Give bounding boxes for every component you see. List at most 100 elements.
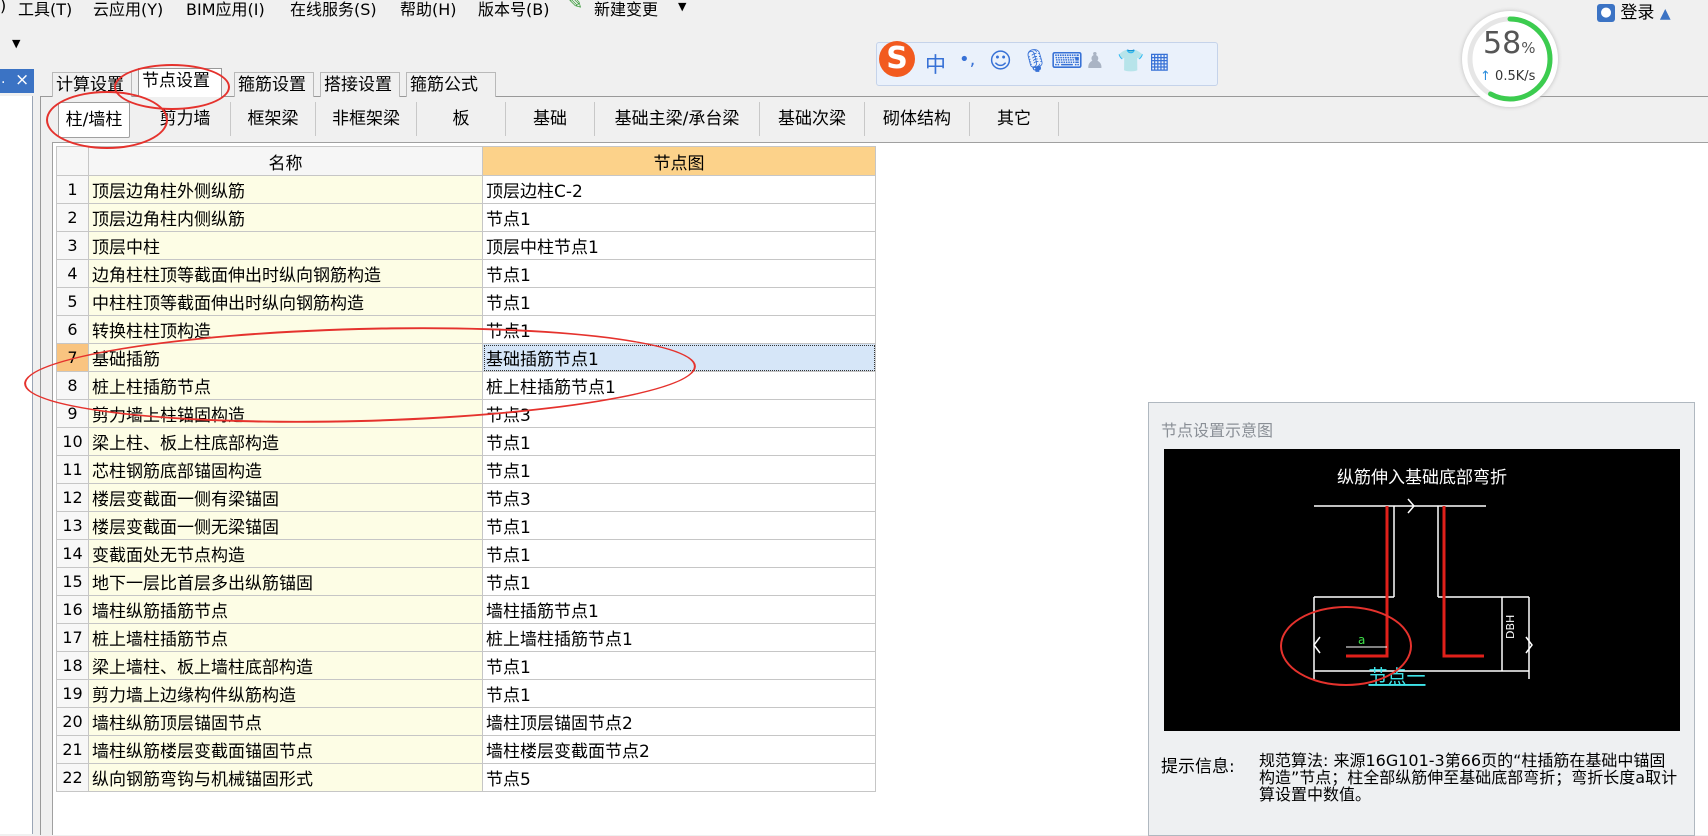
row-name-cell[interactable]: 梁上柱、板上柱底部构造: [88, 427, 483, 456]
table-row[interactable]: 10 梁上柱、板上柱底部构造 节点1: [56, 427, 876, 456]
tab-foundation-secondary-beam[interactable]: 基础次梁: [760, 102, 865, 136]
table-row[interactable]: 18 梁上墙柱、板上墙柱底部构造 节点1: [56, 651, 876, 680]
close-icon[interactable]: ×: [15, 70, 29, 90]
row-name-cell[interactable]: 剪力墙上边缘构件纵筋构造: [88, 679, 483, 708]
menu-version[interactable]: 版本号(B): [478, 0, 549, 20]
table-row[interactable]: 16 墙柱纵筋插筋节点 墙柱插筋节点1: [56, 595, 876, 624]
row-number: 2: [56, 203, 89, 232]
row-name-cell[interactable]: 楼层变截面一侧有梁锚固: [88, 483, 483, 512]
row-number: 10: [56, 427, 89, 456]
table-row[interactable]: 22 纵向钢筋弯钩与机械锚固形式 节点5: [56, 763, 876, 792]
table-row[interactable]: 14 变截面处无节点构造 节点1: [56, 539, 876, 568]
tab-masonry[interactable]: 砌体结构: [865, 102, 970, 136]
row-name-cell[interactable]: 中柱柱顶等截面伸出时纵向钢筋构造: [88, 287, 483, 316]
chevron-down-icon[interactable]: ▼: [678, 0, 686, 13]
column-header-name[interactable]: 名称: [88, 146, 483, 176]
row-node-cell[interactable]: 墙柱楼层变截面节点2: [482, 735, 876, 764]
punctuation-icon[interactable]: •,: [959, 49, 975, 70]
keyboard-icon[interactable]: ⌨: [1051, 49, 1083, 74]
emoji-icon[interactable]: ☺: [989, 49, 1012, 74]
menu-new-change[interactable]: 新建变更: [594, 0, 658, 20]
row-node-cell[interactable]: 节点3: [482, 483, 876, 512]
column-header-node[interactable]: 节点图: [482, 146, 876, 176]
row-node-cell[interactable]: 墙柱插筋节点1: [482, 595, 876, 624]
row-name-cell[interactable]: 墙柱纵筋插筋节点: [88, 595, 483, 624]
row-name-cell[interactable]: 顶层中柱: [88, 231, 483, 260]
shirt-icon[interactable]: 👕: [1117, 49, 1144, 74]
menu-help[interactable]: 帮助(H): [400, 0, 457, 20]
row-node-cell[interactable]: 节点1: [482, 203, 876, 232]
mic-icon[interactable]: 🎙: [1021, 49, 1049, 74]
tab-foundation-main-beam[interactable]: 基础主梁/承台梁: [595, 102, 760, 136]
row-number: 14: [56, 539, 89, 568]
row-name-cell[interactable]: 变截面处无节点构造: [88, 539, 483, 568]
user-icon[interactable]: ♟: [1085, 49, 1105, 74]
node-diagram: 纵筋伸入基础底部弯折 a DBH 节点一: [1164, 449, 1680, 731]
row-name-cell[interactable]: 墙柱纵筋顶层锚固节点: [88, 707, 483, 736]
row-node-cell[interactable]: 节点1: [482, 651, 876, 680]
table-row[interactable]: 17 桩上墙柱插筋节点 桩上墙柱插筋节点1: [56, 623, 876, 652]
table-row[interactable]: 11 芯柱钢筋底部锚固构造 节点1: [56, 455, 876, 484]
row-node-cell[interactable]: 墙柱顶层锚固节点2: [482, 707, 876, 736]
table-row[interactable]: 3 顶层中柱 顶层中柱节点1: [56, 231, 876, 260]
menu-bim[interactable]: BIM应用(I): [186, 0, 265, 20]
table-row[interactable]: 20 墙柱纵筋顶层锚固节点 墙柱顶层锚固节点2: [56, 707, 876, 736]
row-node-cell[interactable]: 顶层边柱C-2: [482, 175, 876, 204]
tab-stirrup-formula[interactable]: 箍筋公式: [406, 72, 496, 97]
menu-cloud[interactable]: 云应用(Y): [93, 0, 163, 20]
row-number: 22: [56, 763, 89, 792]
tab-frame-beam[interactable]: 框架梁: [231, 102, 316, 136]
row-node-cell[interactable]: 节点1: [482, 455, 876, 484]
row-node-cell[interactable]: 节点1: [482, 511, 876, 540]
row-name-cell[interactable]: 顶层边角柱外侧纵筋: [88, 175, 483, 204]
menu-tools[interactable]: 工具(T): [18, 0, 72, 20]
left-tab[interactable]: . ×: [0, 69, 34, 93]
network-percent: 58%: [1483, 26, 1535, 61]
annotation-ellipse: [1280, 606, 1412, 686]
row-node-cell[interactable]: 节点5: [482, 763, 876, 792]
row-name-cell[interactable]: 墙柱纵筋楼层变截面锚固节点: [88, 735, 483, 764]
row-node-cell[interactable]: 桩上墙柱插筋节点1: [482, 623, 876, 652]
row-node-cell[interactable]: 节点1: [482, 679, 876, 708]
bell-icon[interactable]: ▲: [1660, 6, 1671, 22]
network-percent-unit: %: [1521, 39, 1536, 57]
row-node-cell[interactable]: 节点1: [482, 567, 876, 596]
row-name-cell[interactable]: 楼层变截面一侧无梁锚固: [88, 511, 483, 540]
menu-online[interactable]: 在线服务(S): [290, 0, 377, 20]
row-name-cell[interactable]: 芯柱钢筋底部锚固构造: [88, 455, 483, 484]
row-name-cell[interactable]: 纵向钢筋弯钩与机械锚固形式: [88, 763, 483, 792]
table-row[interactable]: 2 顶层边角柱内侧纵筋 节点1: [56, 203, 876, 232]
table-row[interactable]: 12 楼层变截面一侧有梁锚固 节点3: [56, 483, 876, 512]
tab-other[interactable]: 其它: [970, 102, 1059, 136]
row-node-cell[interactable]: 节点1: [482, 539, 876, 568]
row-name-cell[interactable]: 地下一层比首层多出纵筋锚固: [88, 567, 483, 596]
row-node-cell[interactable]: 节点1: [482, 259, 876, 288]
row-node-cell[interactable]: 节点1: [482, 287, 876, 316]
row-number: 1: [56, 175, 89, 204]
table-row[interactable]: 1 顶层边角柱外侧纵筋 顶层边柱C-2: [56, 175, 876, 204]
login-button[interactable]: ● 登录 ▲: [1597, 0, 1671, 23]
table-row[interactable]: 21 墙柱纵筋楼层变截面锚固节点 墙柱楼层变截面节点2: [56, 735, 876, 764]
row-number: 12: [56, 483, 89, 512]
tab-nonframe-beam[interactable]: 非框架梁: [316, 102, 417, 136]
row-name-cell[interactable]: 边角柱柱顶等截面伸出时纵向钢筋构造: [88, 259, 483, 288]
apps-icon[interactable]: ▦: [1149, 49, 1170, 74]
table-row[interactable]: 13 楼层变截面一侧无梁锚固 节点1: [56, 511, 876, 540]
new-change-icon: ✎: [568, 0, 584, 14]
table-row[interactable]: 4 边角柱柱顶等截面伸出时纵向钢筋构造 节点1: [56, 259, 876, 288]
chevron-down-icon[interactable]: ▼: [12, 37, 20, 50]
table-row[interactable]: 15 地下一层比首层多出纵筋锚固 节点1: [56, 567, 876, 596]
tab-stirrup-settings[interactable]: 箍筋设置: [234, 72, 314, 97]
table-row[interactable]: 19 剪力墙上边缘构件纵筋构造 节点1: [56, 679, 876, 708]
tab-slab[interactable]: 板: [417, 102, 506, 136]
row-name-cell[interactable]: 顶层边角柱内侧纵筋: [88, 203, 483, 232]
row-node-cell[interactable]: 节点1: [482, 427, 876, 456]
row-name-cell[interactable]: 梁上墙柱、板上墙柱底部构造: [88, 651, 483, 680]
ime-mode-toggle[interactable]: 中: [925, 49, 946, 79]
table-row[interactable]: 5 中柱柱顶等截面伸出时纵向钢筋构造 节点1: [56, 287, 876, 316]
tab-foundation[interactable]: 基础: [506, 102, 595, 136]
row-name-cell[interactable]: 桩上墙柱插筋节点: [88, 623, 483, 652]
sogou-logo-icon[interactable]: S: [879, 41, 915, 77]
row-node-cell[interactable]: 顶层中柱节点1: [482, 231, 876, 260]
tab-lap-settings[interactable]: 搭接设置: [320, 72, 400, 97]
